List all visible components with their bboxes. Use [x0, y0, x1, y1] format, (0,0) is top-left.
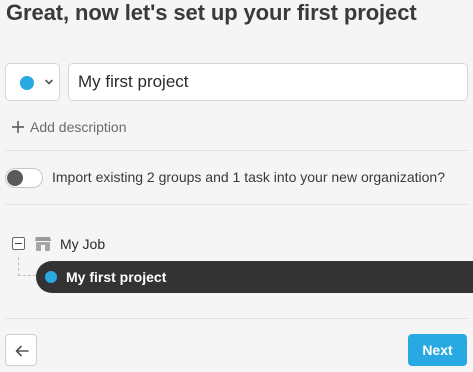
page-title: Great, now let's set up your first proje…: [6, 0, 417, 25]
import-toggle-label: Import existing 2 groups and 1 task into…: [52, 169, 446, 185]
divider: [5, 150, 468, 151]
chevron-down-icon: [45, 79, 53, 85]
toggle-knob: [7, 170, 23, 186]
organization-label[interactable]: My Job: [60, 236, 105, 252]
tree-item-project[interactable]: My first project: [36, 261, 473, 293]
project-color-picker[interactable]: [5, 63, 60, 101]
back-button[interactable]: [5, 334, 37, 366]
divider: [5, 318, 468, 319]
divider: [5, 204, 468, 205]
add-description-label: Add description: [30, 119, 127, 135]
project-color-dot: [45, 271, 57, 283]
organization-icon: [35, 237, 51, 251]
next-button[interactable]: Next: [408, 334, 467, 366]
project-color-swatch: [20, 76, 34, 90]
collapse-toggle-icon[interactable]: [12, 237, 25, 250]
arrow-left-icon: [15, 345, 29, 357]
import-toggle[interactable]: [5, 168, 43, 188]
plus-icon: [12, 121, 24, 133]
add-description-link[interactable]: Add description: [11, 117, 127, 137]
project-label: My first project: [66, 269, 167, 285]
tree-connector: [18, 257, 36, 276]
project-name-input[interactable]: [68, 63, 468, 101]
